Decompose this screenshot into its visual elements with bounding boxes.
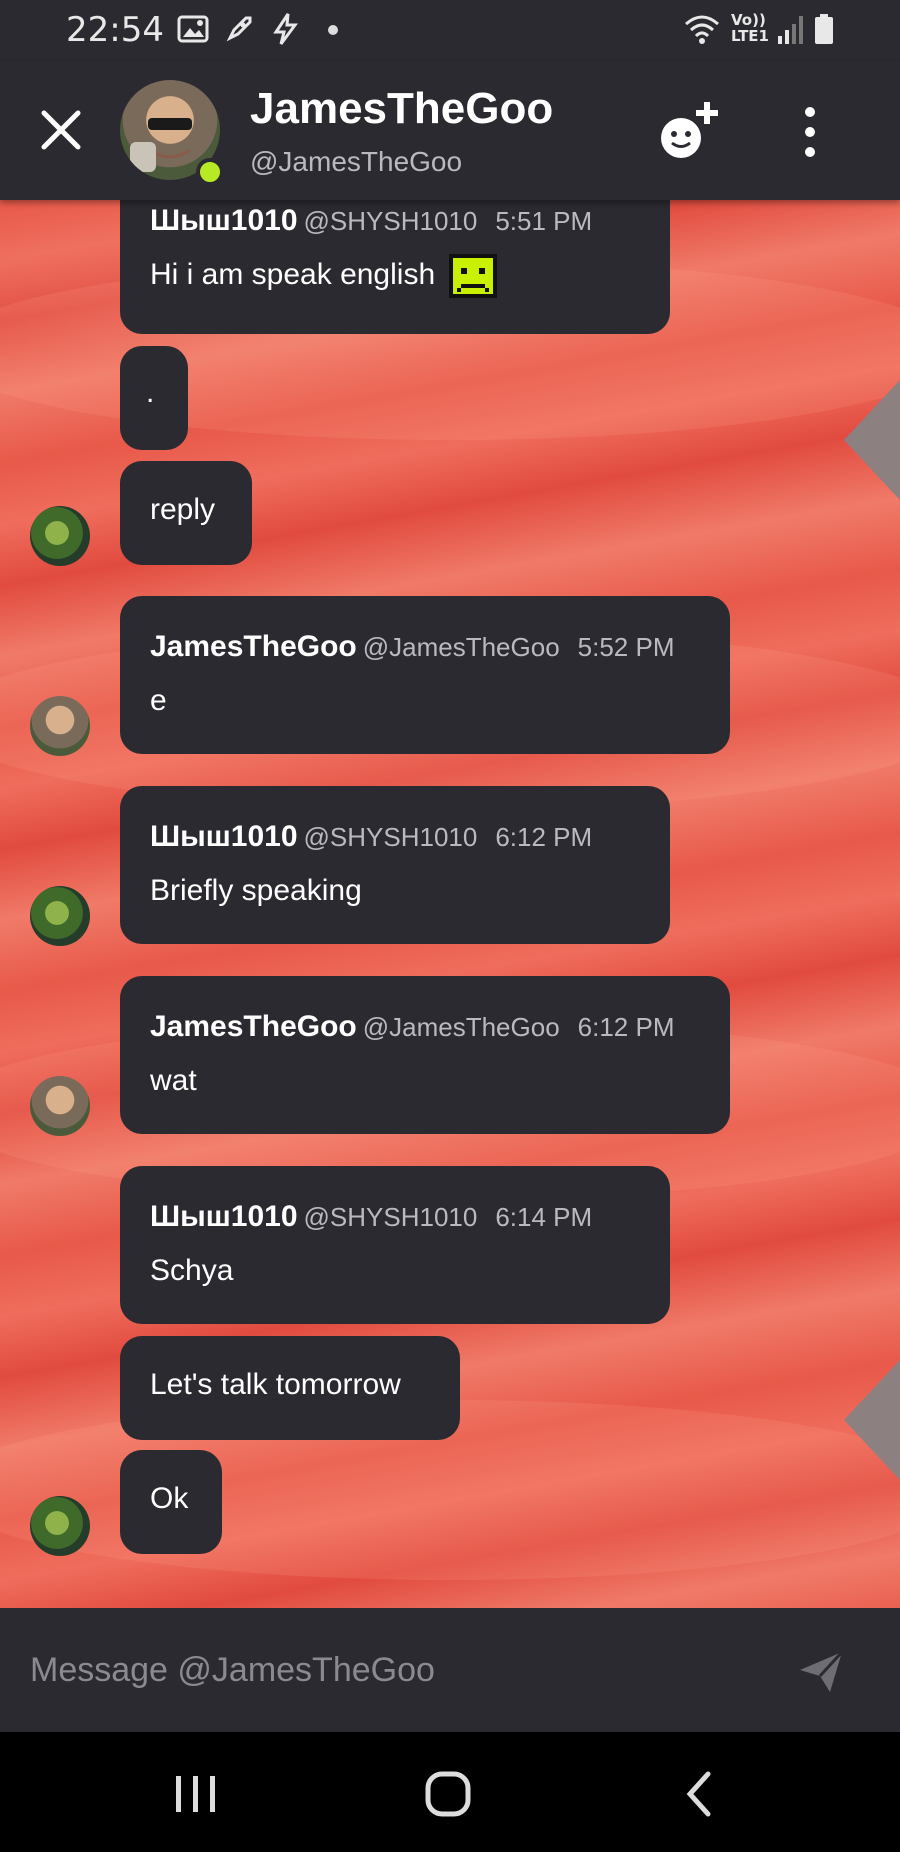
status-time: 22:54 <box>66 10 164 50</box>
chat-header: JamesTheGoo @JamesTheGoo <box>0 62 900 200</box>
message-text: Ok <box>150 1482 189 1515</box>
message-input[interactable] <box>30 1638 770 1702</box>
message-text: . <box>146 376 155 409</box>
avatar[interactable] <box>30 886 90 946</box>
system-nav-bar <box>0 1732 900 1852</box>
close-icon[interactable] <box>38 107 84 153</box>
message-text: Hi i am speak english <box>150 257 436 291</box>
notification-dot <box>328 25 338 35</box>
online-status-indicator <box>196 158 224 186</box>
message-text: wat <box>150 1064 197 1097</box>
avatar[interactable] <box>30 1496 90 1556</box>
message-sender[interactable]: JamesTheGoo <box>150 1010 357 1043</box>
add-reaction-icon[interactable] <box>655 96 723 164</box>
more-options-icon[interactable] <box>800 106 820 158</box>
message-timestamp: 5:51 PM <box>495 206 593 236</box>
lte-label: LTE1 <box>731 27 769 45</box>
message-sender[interactable]: Шыш1010 <box>150 204 298 237</box>
recent-apps-icon[interactable] <box>166 1764 226 1824</box>
avatar[interactable] <box>30 696 90 756</box>
message-handle: @SHYSH1010 <box>303 822 478 852</box>
message-sender[interactable]: Шыш1010 <box>150 1200 298 1233</box>
bolt-icon <box>273 13 298 45</box>
message-handle: @JamesTheGoo <box>362 632 560 662</box>
home-icon[interactable] <box>418 1764 478 1824</box>
frown-emoji-icon[interactable] <box>449 254 498 298</box>
background-shape <box>844 1360 900 1480</box>
message-list[interactable]: Шыш1010 @SHYSH1010 5:51 PM Hi i am speak e… <box>0 200 900 1608</box>
avatar[interactable] <box>30 506 90 566</box>
back-icon[interactable] <box>670 1764 730 1824</box>
signal-icon <box>778 16 803 44</box>
status-bar: 22:54 Vo)) LTE1 <box>0 0 900 62</box>
network-indicator: Vo)) LTE1 <box>731 12 769 44</box>
message-timestamp: 6:12 PM <box>577 1012 675 1042</box>
message-timestamp: 5:52 PM <box>577 632 675 662</box>
gallery-icon <box>177 15 209 43</box>
message-handle: @JamesTheGoo <box>362 1012 560 1042</box>
page-title: JamesTheGoo <box>250 84 554 133</box>
message-bubble[interactable]: Шыш1010 @SHYSH1010 6:12 PM Briefly speakin… <box>120 786 670 944</box>
message-text: Schya <box>150 1254 234 1287</box>
battery-icon <box>815 14 833 44</box>
rocket-icon <box>226 16 252 42</box>
message-handle: @SHYSH1010 <box>303 206 478 236</box>
background-shape <box>844 380 900 500</box>
message-bubble[interactable]: Ok <box>120 1450 222 1554</box>
message-bubble[interactable]: JamesTheGoo @JamesTheGoo 5:52 PM e <box>120 596 730 754</box>
message-composer <box>0 1608 900 1732</box>
avatar[interactable] <box>30 1076 90 1136</box>
message-bubble[interactable]: . <box>120 346 188 450</box>
message-text: Briefly speaking <box>150 874 362 907</box>
message-text: e <box>150 684 167 717</box>
volte-label: Vo)) <box>731 11 766 29</box>
message-bubble[interactable]: reply <box>120 461 252 565</box>
send-icon[interactable] <box>796 1646 846 1696</box>
header-handle: @JamesTheGoo <box>250 146 463 177</box>
message-handle: @SHYSH1010 <box>303 1202 478 1232</box>
message-bubble[interactable]: Шыш1010 @SHYSH1010 6:14 PM Schya <box>120 1166 670 1324</box>
message-timestamp: 6:12 PM <box>495 822 593 852</box>
message-bubble[interactable]: Let's talk tomorrow <box>120 1336 460 1440</box>
message-text: Let's talk tomorrow <box>150 1368 401 1401</box>
message-sender[interactable]: Шыш1010 <box>150 820 298 853</box>
message-timestamp: 6:14 PM <box>495 1202 593 1232</box>
message-text: reply <box>150 493 216 526</box>
message-bubble[interactable]: JamesTheGoo @JamesTheGoo 6:12 PM wat <box>120 976 730 1134</box>
message-sender[interactable]: JamesTheGoo <box>150 630 357 663</box>
message-bubble[interactable]: Шыш1010 @SHYSH1010 5:51 PM Hi i am speak e… <box>120 200 670 334</box>
wifi-icon <box>685 15 719 44</box>
